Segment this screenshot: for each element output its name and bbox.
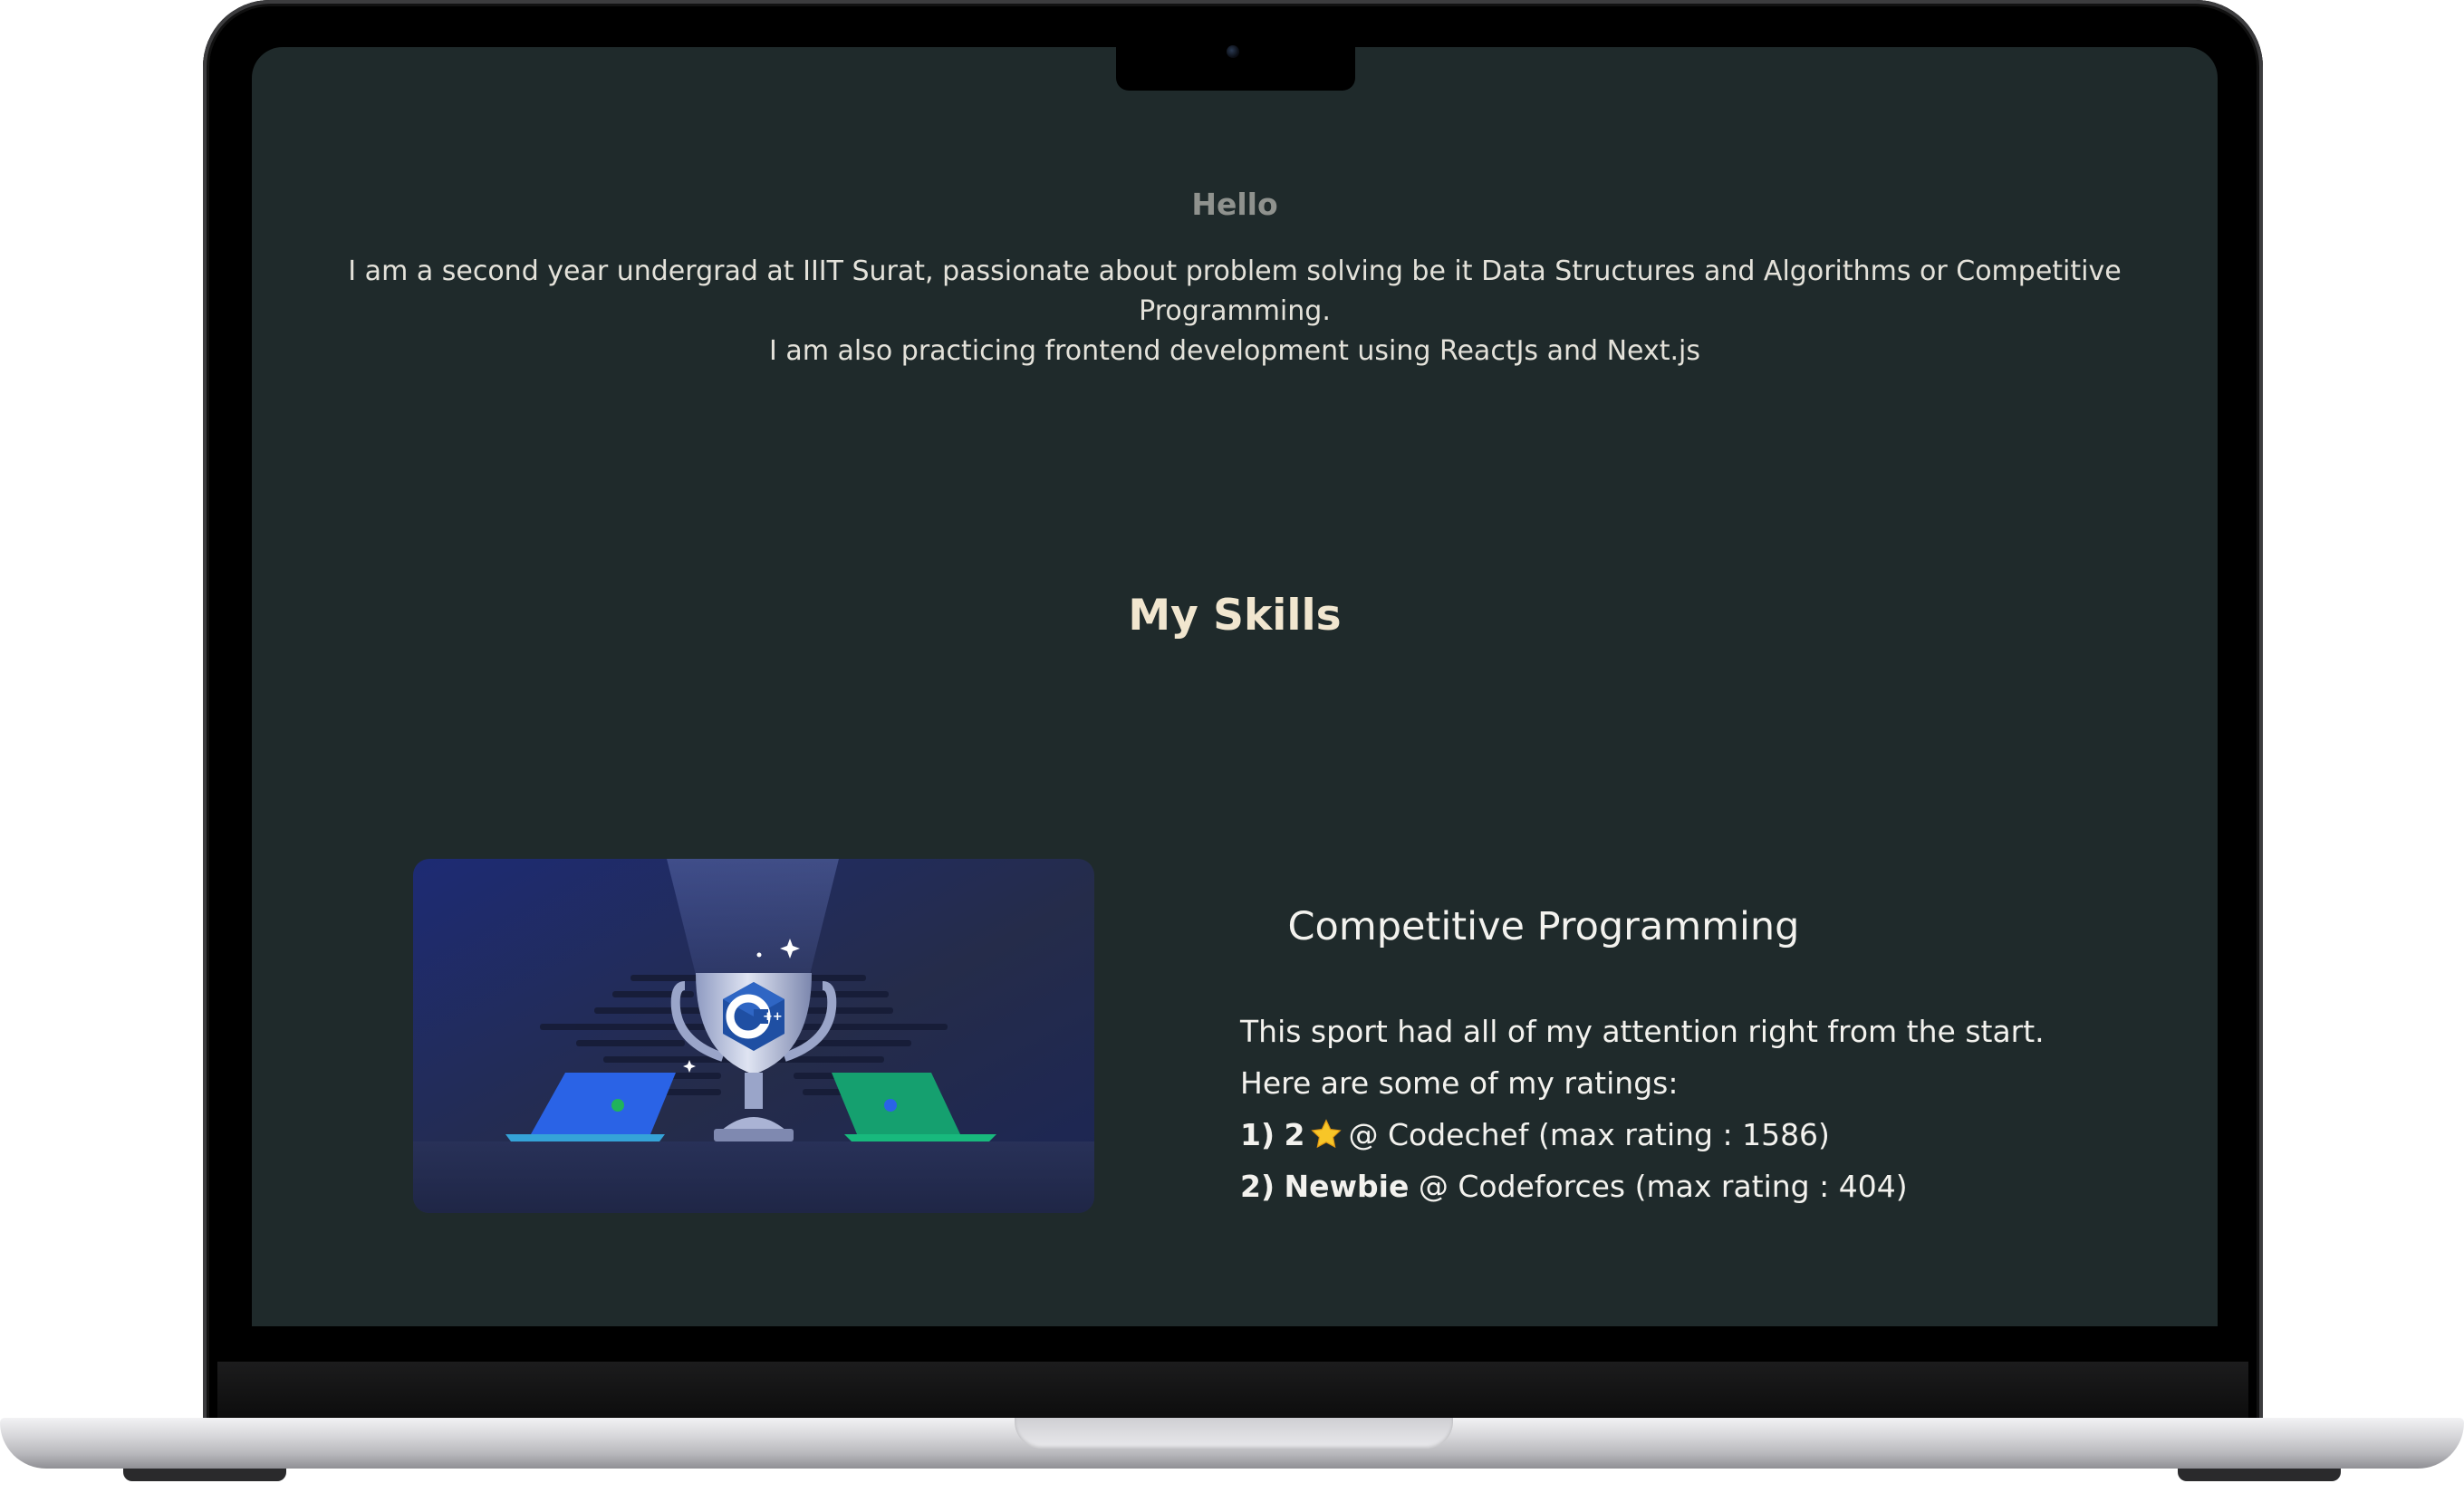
- rating-rank: 2: [1284, 1117, 1305, 1152]
- rating-index: 2): [1240, 1169, 1275, 1204]
- rating-platform: @ Codeforces (max rating : 404): [1418, 1169, 1908, 1204]
- hello-heading: Hello: [1191, 187, 1278, 222]
- rating-rank: Newbie: [1284, 1169, 1410, 1204]
- description-line-1: This sport had all of my attention right…: [1240, 1014, 2045, 1049]
- intro-line-2: I am also practicing frontend developmen…: [769, 335, 1700, 367]
- website-screen: Hello I am a second year undergrad at II…: [252, 47, 2218, 1326]
- rating-index: 1): [1240, 1117, 1275, 1152]
- laptop-foot-right: [2178, 1469, 2341, 1481]
- laptop-foot-left: [123, 1469, 286, 1481]
- cpp-trophy-illustration: ++: [413, 859, 1094, 1213]
- star-icon: [1310, 1119, 1342, 1149]
- rating-codechef: 1) 2 @ Codechef (max rating : 1586): [1240, 1109, 2045, 1161]
- rating-platform: @ Codechef (max rating : 1586): [1348, 1117, 1830, 1152]
- svg-text:++: ++: [763, 1010, 783, 1024]
- skill-title-competitive-programming: Competitive Programming: [1287, 904, 1800, 949]
- rating-codeforces: 2) Newbie @ Codeforces (max rating : 404…: [1240, 1161, 2045, 1212]
- laptop-mockup: Hello I am a second year undergrad at II…: [0, 0, 2464, 1493]
- description-line-2: Here are some of my ratings:: [1240, 1065, 1679, 1101]
- laptop-chin: [217, 1362, 2248, 1421]
- skill-description: This sport had all of my attention right…: [1240, 1006, 2045, 1212]
- intro-paragraph: I am a second year undergrad at IIIT Sur…: [252, 252, 2218, 371]
- intro-line-1: I am a second year undergrad at IIIT Sur…: [348, 255, 2122, 327]
- camera-icon: [1227, 45, 1239, 58]
- skills-title: My Skills: [1128, 591, 1342, 641]
- laptop-opening-notch: [1015, 1418, 1453, 1449]
